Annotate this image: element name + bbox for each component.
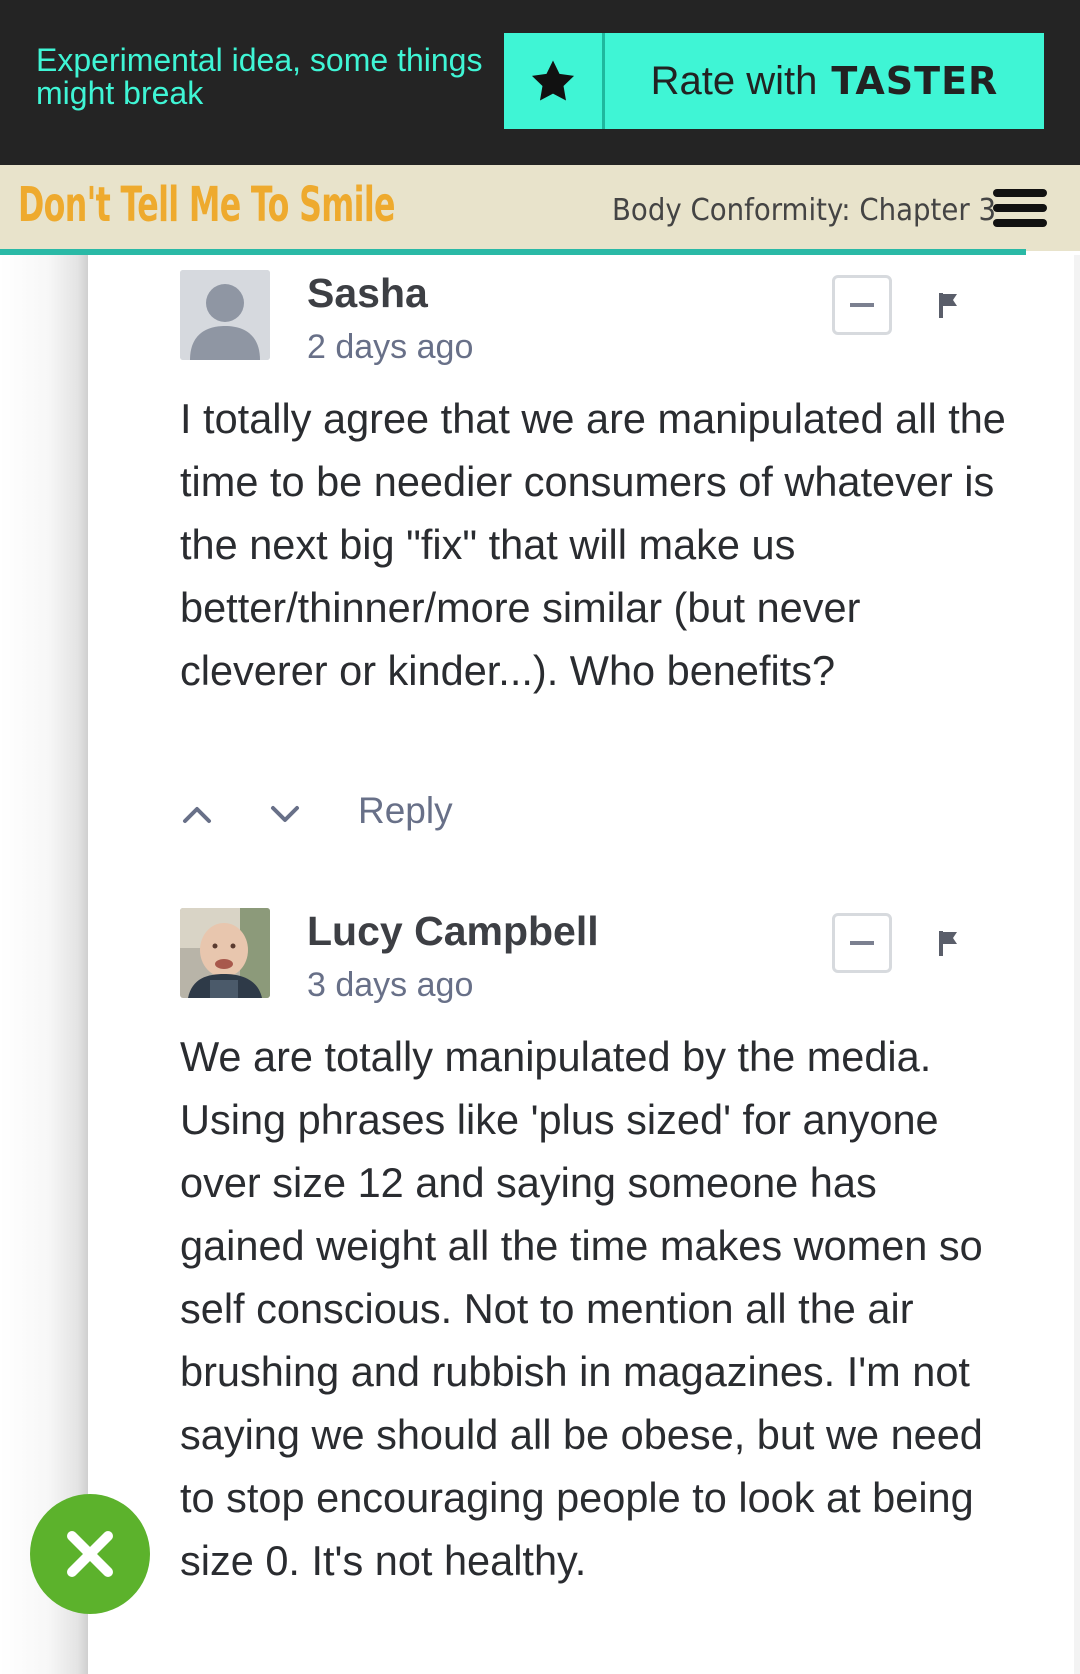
minus-icon <box>850 941 874 945</box>
star-icon <box>504 33 605 129</box>
comment-body: We are totally manipulated by the media.… <box>180 1033 983 1584</box>
collapse-button[interactable] <box>832 275 892 335</box>
comment-timestamp[interactable]: 3 days ago <box>307 966 473 1005</box>
comment-body: I totally agree that we are manipulated … <box>180 395 1006 694</box>
rate-label: Rate with <box>650 58 818 103</box>
comment-author[interactable]: Lucy Campbell <box>307 908 599 955</box>
rate-label-group: Rate with TASTER <box>605 33 1044 129</box>
comment-item: Lucy Campbell 3 days ago We are totally … <box>180 908 1010 1668</box>
avatar[interactable] <box>180 908 270 998</box>
close-button[interactable] <box>30 1494 150 1614</box>
comment-timestamp[interactable]: 2 days ago <box>307 328 473 367</box>
user-photo <box>180 908 270 998</box>
hamburger-menu-icon[interactable] <box>993 189 1047 227</box>
flag-icon[interactable] <box>935 928 965 958</box>
close-icon <box>67 1531 113 1577</box>
banner-message: Experimental idea, some things might bre… <box>36 42 483 111</box>
upvote-icon[interactable] <box>180 802 214 826</box>
right-edge <box>1074 255 1080 1674</box>
collapse-button[interactable] <box>832 913 892 973</box>
left-panel-shadow <box>0 255 88 1674</box>
site-header: Don't Tell Me To Smile Body Conformity: … <box>0 165 1080 251</box>
flag-icon[interactable] <box>935 290 965 320</box>
reply-link[interactable]: Reply <box>358 790 453 832</box>
comment-item: Sasha 2 days ago I totally agree that we… <box>180 270 1010 840</box>
default-user-icon <box>180 270 270 360</box>
experimental-banner: Experimental idea, some things might bre… <box>0 0 1080 165</box>
rate-with-taster-button[interactable]: Rate with TASTER <box>504 33 1044 129</box>
avatar[interactable] <box>180 270 270 360</box>
reading-progress-bar <box>0 249 1026 255</box>
taster-logo: TASTER <box>831 59 999 103</box>
site-title[interactable]: Don't Tell Me To Smile <box>18 177 396 233</box>
chapter-title: Body Conformity: Chapter 3 <box>612 193 997 228</box>
comment-author[interactable]: Sasha <box>307 270 428 317</box>
downvote-icon[interactable] <box>268 802 302 826</box>
minus-icon <box>850 303 874 307</box>
